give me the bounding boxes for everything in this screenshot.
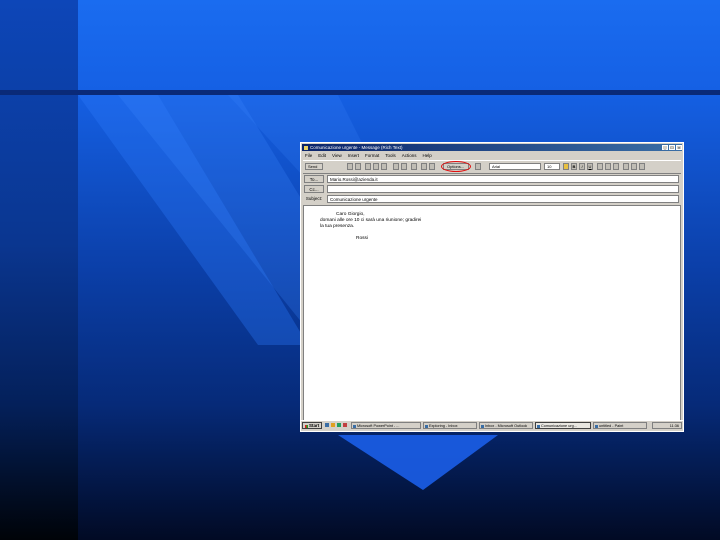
- subject-row: Subject: Comunicazione urgente: [303, 195, 681, 203]
- desktop-icon[interactable]: [325, 423, 329, 427]
- cc-field[interactable]: [327, 185, 679, 193]
- slide-left-band: [0, 0, 78, 540]
- importance-low-icon[interactable]: [429, 163, 435, 170]
- taskbar-item-exploring[interactable]: Exploring - Inbox: [423, 422, 477, 429]
- body-line: Rossi: [356, 236, 368, 241]
- menu-view[interactable]: View: [332, 153, 342, 158]
- help-icon[interactable]: [475, 163, 481, 170]
- outlook-message-window: Comunicazione urgente - Message (Rich Te…: [300, 142, 684, 432]
- maximize-button[interactable]: □: [669, 145, 675, 150]
- envelope-icon: [304, 145, 308, 150]
- envelope-icon: [537, 424, 540, 428]
- subject-field[interactable]: Comunicazione urgente: [327, 195, 679, 203]
- taskbar-item-label: Microsoft PowerPoint - ...: [357, 424, 400, 428]
- align-right-icon[interactable]: [613, 163, 619, 170]
- taskbar: Start Microsoft PowerPoint - ... Explori…: [301, 420, 683, 431]
- align-center-icon[interactable]: [605, 163, 611, 170]
- cc-button[interactable]: Cc...: [304, 185, 324, 193]
- menu-insert[interactable]: Insert: [348, 153, 359, 158]
- bold-button[interactable]: B: [571, 163, 577, 170]
- font-select[interactable]: Arial: [489, 163, 541, 170]
- menu-actions[interactable]: Actions: [402, 153, 417, 158]
- outlook-icon[interactable]: [337, 423, 341, 427]
- formatting-toolbar: Send Options... Arial 10 B I U: [303, 160, 681, 174]
- taskbar-item-label: Inbox - Microsoft Outlook: [485, 424, 528, 428]
- taskbar-item-inbox[interactable]: Inbox - Microsoft Outlook: [479, 422, 533, 429]
- print-icon[interactable]: [355, 163, 361, 170]
- system-tray: 11:36: [652, 422, 682, 429]
- window-titlebar[interactable]: Comunicazione urgente - Message (Rich Te…: [302, 144, 682, 151]
- underline-button[interactable]: U: [587, 163, 593, 170]
- taskbar-item-powerpoint[interactable]: Microsoft PowerPoint - ...: [351, 422, 421, 429]
- menu-bar: File Edit View Insert Format Tools Actio…: [303, 152, 681, 159]
- window-title: Comunicazione urgente - Message (Rich Te…: [310, 145, 403, 150]
- save-icon[interactable]: [347, 163, 353, 170]
- font-color-icon[interactable]: [563, 163, 569, 170]
- cc-row: Cc...: [303, 185, 681, 193]
- menu-tools[interactable]: Tools: [385, 153, 396, 158]
- menu-format[interactable]: Format: [365, 153, 379, 158]
- align-left-icon[interactable]: [597, 163, 603, 170]
- font-size-select[interactable]: 10: [544, 163, 560, 170]
- copy-icon[interactable]: [373, 163, 379, 170]
- paste-icon[interactable]: [381, 163, 387, 170]
- cut-icon[interactable]: [365, 163, 371, 170]
- taskbar-item-paint[interactable]: untitled - Paint: [593, 422, 647, 429]
- to-row: To... Mario.Rossi@azienda.it: [303, 175, 681, 183]
- menu-help[interactable]: Help: [423, 153, 432, 158]
- minimize-button[interactable]: _: [662, 145, 668, 150]
- send-button[interactable]: Send: [305, 163, 323, 170]
- taskbar-item-message[interactable]: Comunicazione urg...: [535, 422, 591, 429]
- address-book-icon[interactable]: [393, 163, 399, 170]
- taskbar-item-label: untitled - Paint: [599, 424, 624, 428]
- paint-icon: [595, 424, 598, 428]
- tray-clock: 11:36: [669, 424, 679, 428]
- powerpoint-icon: [353, 424, 356, 428]
- taskbar-item-label: Exploring - Inbox: [429, 424, 458, 428]
- bullets-icon[interactable]: [623, 163, 629, 170]
- start-button[interactable]: Start: [302, 422, 322, 429]
- highlight-ring-annotation: [441, 161, 471, 172]
- windows-logo-icon: [304, 424, 308, 428]
- attach-icon[interactable]: [411, 163, 417, 170]
- inbox-icon: [481, 424, 484, 428]
- close-button[interactable]: ×: [676, 145, 682, 150]
- browser-icon[interactable]: [331, 423, 335, 427]
- message-body[interactable]: Caro Giorgio, domani alle ore 10 ci sarà…: [303, 205, 681, 421]
- folder-icon: [425, 424, 428, 428]
- quick-launch-icon[interactable]: [343, 423, 347, 427]
- to-field[interactable]: Mario.Rossi@azienda.it: [327, 175, 679, 183]
- to-button[interactable]: To...: [304, 175, 324, 183]
- subject-label: Subject:: [305, 196, 323, 201]
- importance-high-icon[interactable]: [421, 163, 427, 170]
- check-names-icon[interactable]: [401, 163, 407, 170]
- italic-button[interactable]: I: [579, 163, 585, 170]
- decrease-indent-icon[interactable]: [631, 163, 637, 170]
- menu-edit[interactable]: Edit: [318, 153, 326, 158]
- taskbar-item-label: Comunicazione urg...: [541, 424, 577, 428]
- increase-indent-icon[interactable]: [639, 163, 645, 170]
- start-label: Start: [309, 423, 320, 428]
- menu-file[interactable]: File: [305, 153, 312, 158]
